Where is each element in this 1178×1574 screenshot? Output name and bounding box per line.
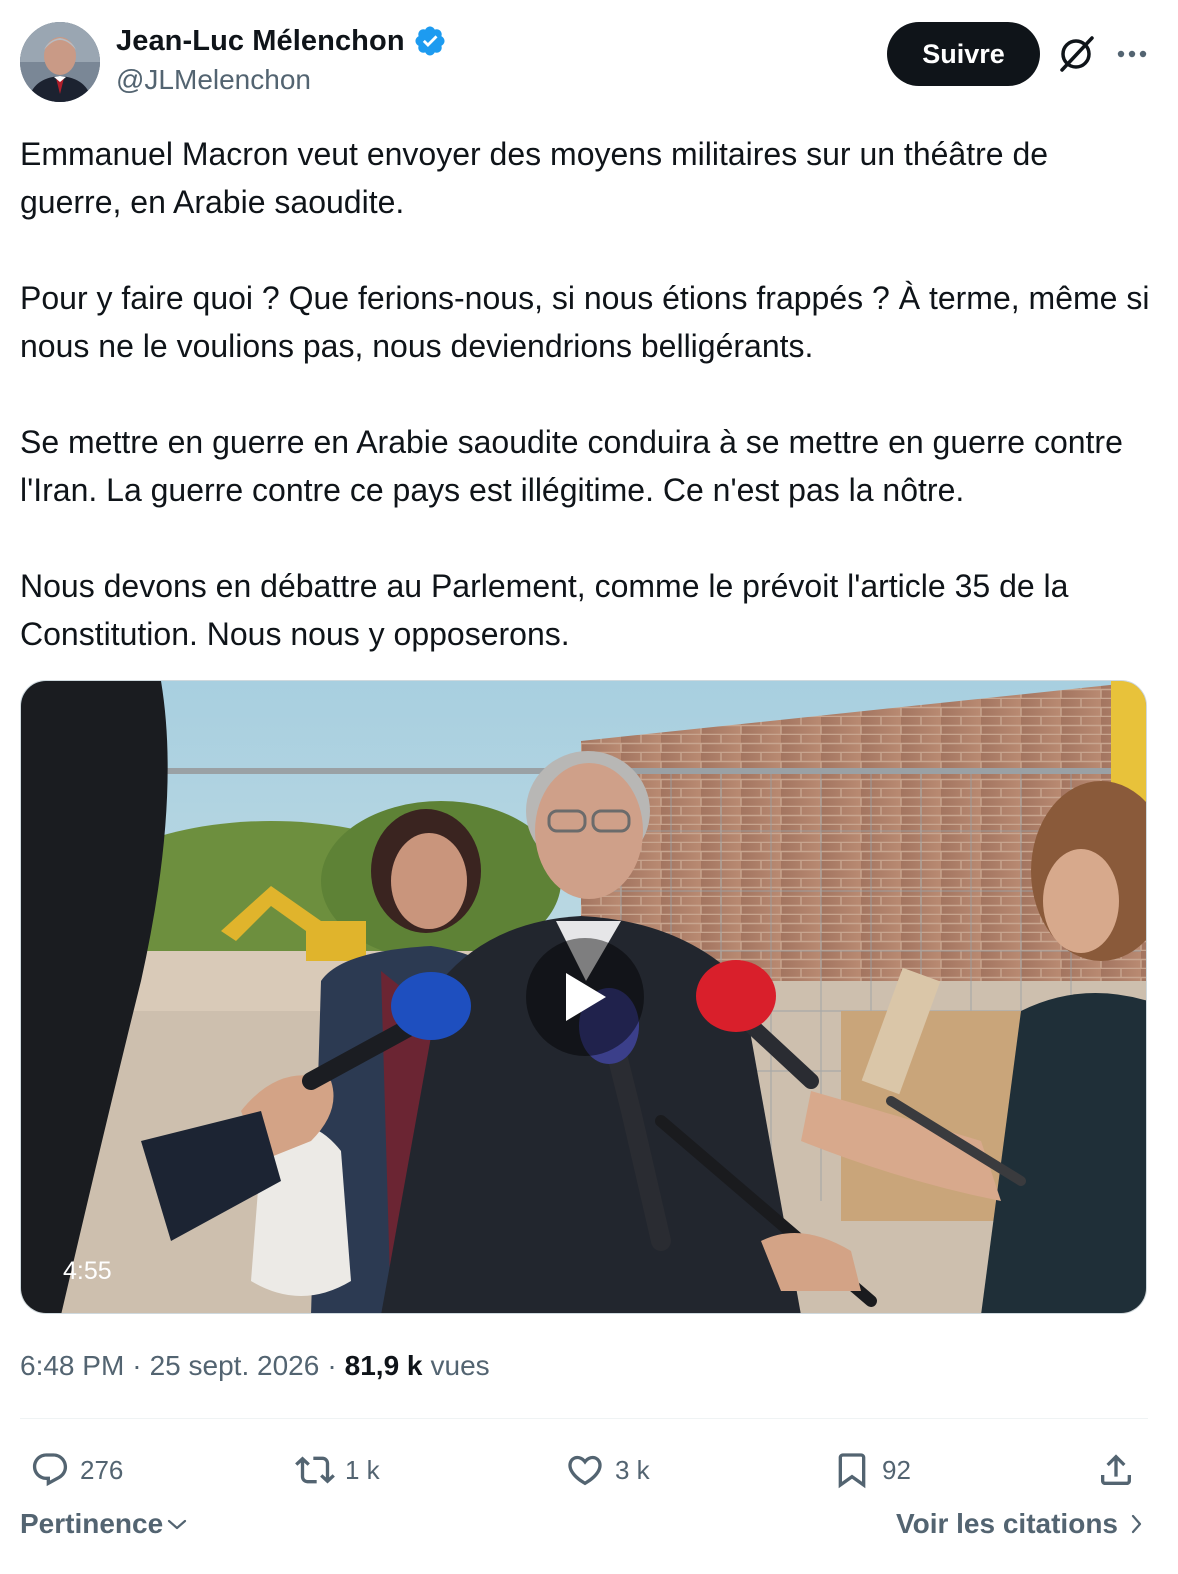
views-count: 81,9 k xyxy=(344,1350,423,1381)
share-button[interactable] xyxy=(1096,1440,1136,1500)
tweet-paragraph: Se mettre en guerre en Arabie saoudite c… xyxy=(20,424,1123,508)
tweet-paragraph: Pour y faire quoi ? Que ferions-nous, si… xyxy=(20,280,1150,364)
tweet-meta: 6:48 PM · 25 sept. 2026 · 81,9 k vues xyxy=(20,1350,490,1382)
meta-separator: · xyxy=(132,1350,142,1381)
grok-icon[interactable] xyxy=(1054,32,1098,76)
video-player[interactable]: 4:55 xyxy=(20,680,1147,1314)
chevron-down-icon xyxy=(168,1519,187,1530)
bookmark-button[interactable]: 92 xyxy=(832,1440,911,1500)
follow-button[interactable]: Suivre xyxy=(887,22,1040,86)
author-handle[interactable]: @JLMelenchon xyxy=(116,64,447,96)
bookmark-icon xyxy=(838,1453,866,1489)
view-quotes-link[interactable]: Voir les citations xyxy=(896,1508,1148,1540)
tweet-time[interactable]: 6:48 PM xyxy=(20,1350,124,1382)
sort-dropdown[interactable]: Pertinence xyxy=(20,1508,189,1540)
verified-badge-icon xyxy=(415,26,445,56)
video-duration: 4:55 xyxy=(63,1256,112,1285)
more-options-icon[interactable] xyxy=(1112,34,1152,74)
author-display-name[interactable]: Jean-Luc Mélenchon xyxy=(116,25,405,58)
quotes-label: Voir les citations xyxy=(896,1508,1118,1539)
replies-footer: Pertinence Voir les citations xyxy=(20,1508,1148,1552)
divider xyxy=(20,1418,1148,1419)
reply-button[interactable]: 276 xyxy=(30,1440,123,1500)
bookmark-count: 92 xyxy=(882,1454,911,1485)
tweet-date[interactable]: 25 sept. 2026 xyxy=(150,1350,320,1382)
meta-separator: · xyxy=(327,1350,337,1381)
chevron-right-icon xyxy=(1131,1514,1142,1534)
reply-icon xyxy=(32,1453,68,1487)
tweet-text: Emmanuel Macron veut envoyer des moyens … xyxy=(20,130,1158,658)
views-label: vues xyxy=(430,1350,490,1381)
author-avatar[interactable] xyxy=(20,22,100,102)
like-button[interactable]: 3 k xyxy=(565,1440,650,1500)
repost-count: 1 k xyxy=(345,1454,380,1485)
author-names: Jean-Luc Mélenchon @JLMelenchon xyxy=(116,24,447,96)
tweet-paragraph: Emmanuel Macron veut envoyer des moyens … xyxy=(20,136,1049,220)
repost-button[interactable]: 1 k xyxy=(295,1440,380,1500)
action-bar: 276 1 k 3 k 92 xyxy=(20,1440,1148,1500)
sort-label: Pertinence xyxy=(20,1508,164,1539)
share-icon xyxy=(1101,1454,1131,1485)
repost-icon xyxy=(295,1456,335,1484)
play-button[interactable] xyxy=(526,938,644,1056)
heart-icon xyxy=(568,1455,602,1486)
play-icon xyxy=(566,973,606,1021)
like-count: 3 k xyxy=(615,1454,650,1485)
tweet-paragraph: Nous devons en débattre au Parlement, co… xyxy=(20,568,1069,652)
reply-count: 276 xyxy=(80,1454,124,1485)
tweet-header: Jean-Luc Mélenchon @JLMelenchon Suivre xyxy=(20,22,1160,102)
